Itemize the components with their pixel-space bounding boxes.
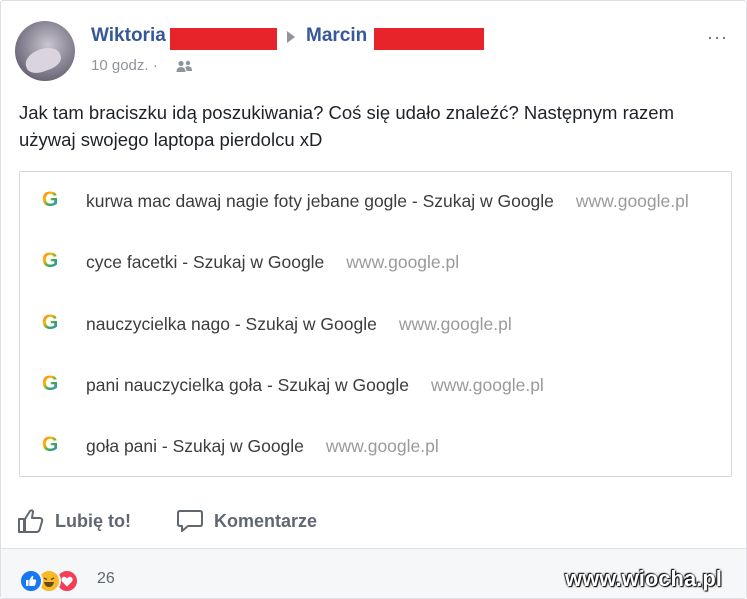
recipient-name[interactable]: Marcin [306,25,367,47]
history-row: G cyce facetki - Szukaj w Google www.goog… [20,247,731,277]
google-g-icon: G [42,249,59,272]
history-title: cyce facetki - Szukaj w Google [86,252,325,272]
comment-label: Komentarze [214,511,318,531]
history-row: G goła pani - Szukaj w Google www.google.… [20,431,731,461]
google-g-icon: G [42,372,59,395]
google-g-icon: G [42,311,59,334]
site-watermark: www.wiocha.pl [565,566,722,591]
history-title: nauczycielka nago - Szukaj w Google [86,314,377,334]
author-name[interactable]: Wiktoria [91,25,166,47]
author-avatar[interactable] [15,21,75,81]
history-url: www.google.pl [346,252,460,272]
thumbs-up-icon [18,509,44,533]
history-row: G kurwa mac dawaj nagie foty jebane gogl… [20,186,731,216]
comment-bubble-icon [177,510,203,532]
google-g-icon: G [42,433,59,456]
facebook-post: Wiktoria Marcin 10 godz. · ··· Jak tam b… [0,0,747,599]
author-name-redaction [170,28,277,50]
search-history-screenshot: G kurwa mac dawaj nagie foty jebane gogl… [19,171,732,477]
history-url: www.google.pl [325,436,439,456]
recipient-name-redaction [374,28,484,50]
history-row: G nauczycielka nago - Szukaj w Google www… [20,309,731,339]
like-label: Lubię to! [55,511,131,531]
history-url: www.google.pl [575,191,689,211]
post-actions-bar: Lubię to! Komentarze [1,501,746,545]
history-title: kurwa mac dawaj nagie foty jebane gogle … [86,191,554,211]
friends-audience-icon[interactable] [176,60,193,73]
post-text: Jak tam braciszku idą poszukiwania? Coś … [19,102,674,150]
history-row: G pani nauczycielka goła - Szukaj w Goog… [20,370,731,400]
like-reaction-icon[interactable] [19,569,43,593]
history-title: pani nauczycielka goła - Szukaj w Google [86,375,409,395]
post-options-icon[interactable]: ··· [707,28,728,46]
google-g-icon: G [42,188,59,211]
post-timestamp[interactable]: 10 godz. · [91,57,158,74]
history-title: goła pani - Szukaj w Google [86,436,304,456]
history-url: www.google.pl [430,375,544,395]
history-url: www.google.pl [398,314,512,334]
reactions-footer: 26 www.wiocha.pl [1,549,746,598]
to-arrow-icon [287,31,295,43]
reaction-count[interactable]: 26 [97,570,115,588]
